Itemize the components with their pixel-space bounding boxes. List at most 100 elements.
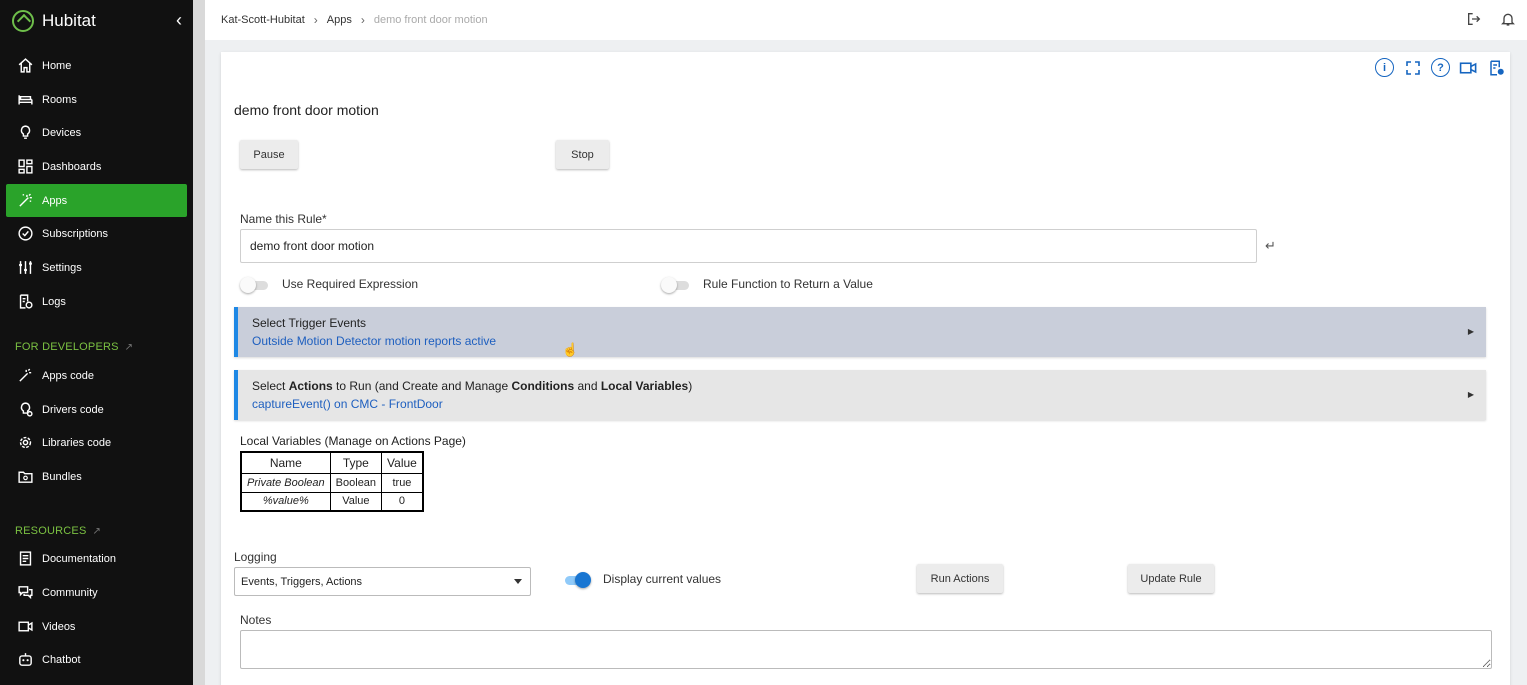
table-cell: 0 xyxy=(381,491,424,512)
sidebar-item-label: Apps code xyxy=(42,369,94,382)
mouse-pointer-icon: ☝ xyxy=(562,342,579,357)
logging-label: Logging xyxy=(234,550,277,564)
expand-arrow-icon: ▶ xyxy=(1467,327,1474,336)
log-file-icon xyxy=(16,293,34,311)
sidebar-item-label: Settings xyxy=(42,261,82,274)
help-icon[interactable]: ? xyxy=(1431,58,1450,77)
chat-icon xyxy=(16,584,34,602)
sidebar-item-videos[interactable]: Videos xyxy=(6,610,187,643)
required-expression-toggle[interactable] xyxy=(240,277,270,293)
sidebar-item-label: Bundles xyxy=(42,470,82,483)
rule-function-toggle[interactable] xyxy=(661,277,691,293)
stop-button[interactable]: Stop xyxy=(556,140,609,169)
actions-title: Select Actions to Run (and Create and Ma… xyxy=(252,379,692,393)
actions-panel[interactable]: Select Actions to Run (and Create and Ma… xyxy=(234,370,1486,420)
actions-title-text: to Run (and Create and Manage xyxy=(332,379,512,393)
sidebar-item-label: Logs xyxy=(42,295,66,308)
sidebar-scrollbar[interactable] xyxy=(193,0,205,685)
trigger-events-panel[interactable]: Select Trigger Events Outside Motion Det… xyxy=(234,307,1486,357)
home-icon xyxy=(16,57,34,75)
actions-title-bold: Actions xyxy=(288,379,333,393)
actions-title-bold: Local Variables xyxy=(600,379,689,393)
breadcrumb-apps[interactable]: Apps xyxy=(327,14,352,26)
update-rule-button[interactable]: Update Rule xyxy=(1128,564,1214,593)
logging-select-value: Events, Triggers, Actions xyxy=(241,575,363,588)
table-cell: Private Boolean xyxy=(240,472,331,493)
magic-wand-icon xyxy=(16,192,34,210)
rule-function-label: Rule Function to Return a Value xyxy=(703,277,873,291)
sliders-icon xyxy=(16,259,34,277)
video-icon[interactable] xyxy=(1459,58,1478,77)
fullscreen-icon[interactable] xyxy=(1403,58,1422,77)
developers-heading-label: FOR DEVELOPERS xyxy=(15,341,119,353)
sidebar-item-label: Videos xyxy=(42,620,76,633)
sidebar-item-settings[interactable]: Settings xyxy=(6,251,187,284)
bell-icon[interactable] xyxy=(1499,10,1517,28)
sidebar-item-label: Rooms xyxy=(42,93,77,106)
brand-name: Hubitat xyxy=(42,11,96,30)
notes-textarea[interactable] xyxy=(240,630,1492,669)
dashboard-icon xyxy=(16,158,34,176)
table-cell: true xyxy=(381,472,424,493)
sidebar-item-label: Chatbot xyxy=(42,653,81,666)
toggle-knob xyxy=(661,277,677,293)
expand-icon: ↗ xyxy=(124,341,134,353)
resources-heading[interactable]: RESOURCES ↗ xyxy=(15,525,101,537)
table-cell: Boolean xyxy=(329,472,383,493)
notes-label: Notes xyxy=(240,613,272,627)
sidebar-item-home[interactable]: Home xyxy=(6,49,187,82)
info-icon[interactable]: i xyxy=(1375,58,1394,77)
sidebar-item-chatbot[interactable]: Chatbot xyxy=(6,643,187,676)
resources-heading-label: RESOURCES xyxy=(15,525,87,537)
local-variables-title: Local Variables (Manage on Actions Page) xyxy=(240,434,466,448)
expand-icon: ↗ xyxy=(92,525,102,537)
enter-icon[interactable]: ↵ xyxy=(1265,238,1276,254)
sidebar-item-apps-code[interactable]: Apps code xyxy=(6,359,187,392)
column-header: Name xyxy=(240,451,331,474)
document-icon xyxy=(16,550,34,568)
chevron-down-icon xyxy=(514,579,522,584)
top-bar: Kat-Scott-Hubitat › Apps › demo front do… xyxy=(205,0,1527,40)
pause-button[interactable]: Pause xyxy=(240,140,298,169)
sidebar-item-bundles[interactable]: Bundles xyxy=(6,460,187,493)
local-variables-heading: Local Variables xyxy=(240,434,322,448)
sidebar-item-subscriptions[interactable]: Subscriptions xyxy=(6,217,187,250)
collapse-sidebar-icon[interactable]: ‹ xyxy=(176,10,182,31)
sidebar-item-apps[interactable]: Apps xyxy=(6,184,187,217)
wand-code-icon xyxy=(16,367,34,385)
logging-select[interactable]: Events, Triggers, Actions xyxy=(234,567,531,596)
sidebar-item-dashboards[interactable]: Dashboards xyxy=(6,150,187,183)
logout-icon[interactable] xyxy=(1465,10,1483,28)
sidebar-item-documentation[interactable]: Documentation xyxy=(6,542,187,575)
sidebar-item-libraries-code[interactable]: Libraries code xyxy=(6,426,187,459)
driver-gear-icon xyxy=(16,401,34,419)
app-card: i ? demo front door motion Pause Stop Na… xyxy=(221,52,1510,685)
actions-title-bold: Conditions xyxy=(511,379,575,393)
column-header: Type xyxy=(329,451,383,474)
chevron-right-icon: › xyxy=(313,13,318,27)
app-log-icon[interactable] xyxy=(1487,58,1506,77)
sidebar-item-drivers-code[interactable]: Drivers code xyxy=(6,393,187,426)
actions-summary: captureEvent() on CMC - FrontDoor xyxy=(252,397,443,411)
rule-name-input[interactable] xyxy=(240,229,1257,263)
sidebar-item-label: Apps xyxy=(42,194,68,207)
sidebar-item-label: Drivers code xyxy=(42,403,104,416)
developers-heading[interactable]: FOR DEVELOPERS ↗ xyxy=(15,341,133,353)
display-values-toggle[interactable] xyxy=(561,572,591,588)
chevron-right-icon: › xyxy=(360,13,365,27)
sidebar-item-logs[interactable]: Logs xyxy=(6,285,187,318)
table-row: Private Boolean Boolean true xyxy=(240,472,424,493)
robot-icon xyxy=(16,651,34,669)
sidebar-item-community[interactable]: Community xyxy=(6,576,187,609)
table-cell: Value xyxy=(329,491,383,512)
column-header: Value xyxy=(381,451,424,474)
table-cell: %value% xyxy=(240,491,331,512)
breadcrumb-hub[interactable]: Kat-Scott-Hubitat xyxy=(221,14,305,26)
trigger-events-title: Select Trigger Events xyxy=(252,316,367,330)
run-actions-button[interactable]: Run Actions xyxy=(917,564,1003,593)
sidebar-item-rooms[interactable]: Rooms xyxy=(6,83,187,116)
sidebar-item-devices[interactable]: Devices xyxy=(6,116,187,149)
brand[interactable]: Hubitat xyxy=(12,8,96,34)
sidebar-item-label: Libraries code xyxy=(42,436,112,449)
library-gear-icon xyxy=(16,434,34,452)
